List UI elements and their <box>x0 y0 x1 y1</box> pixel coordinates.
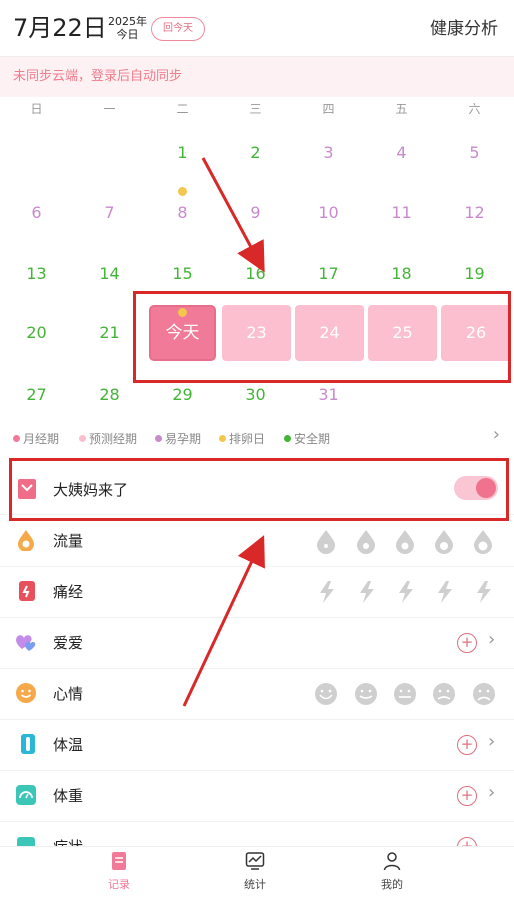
tab-stats[interactable]: 统计 <box>215 851 295 892</box>
user-icon <box>383 852 401 871</box>
tab-mine[interactable]: 我的 <box>352 851 432 892</box>
tab-mine-label: 我的 <box>381 878 403 891</box>
arrow-to-period <box>182 535 265 707</box>
tab-record-label: 记录 <box>108 878 130 891</box>
arrow-to-predicted <box>201 157 265 273</box>
tab-record[interactable]: 记录 <box>79 851 159 892</box>
bottom-tab-bar: 记录 统计 我的 <box>0 846 514 897</box>
stats-chart-icon <box>245 852 265 870</box>
tab-stats-label: 统计 <box>244 878 266 891</box>
app-root: 7月22日 2025年 今日 回今天 健康分析 未同步云端，登录后自动同步 日 … <box>0 0 514 897</box>
record-doc-icon <box>112 852 126 870</box>
annotation-arrows <box>182 157 265 707</box>
